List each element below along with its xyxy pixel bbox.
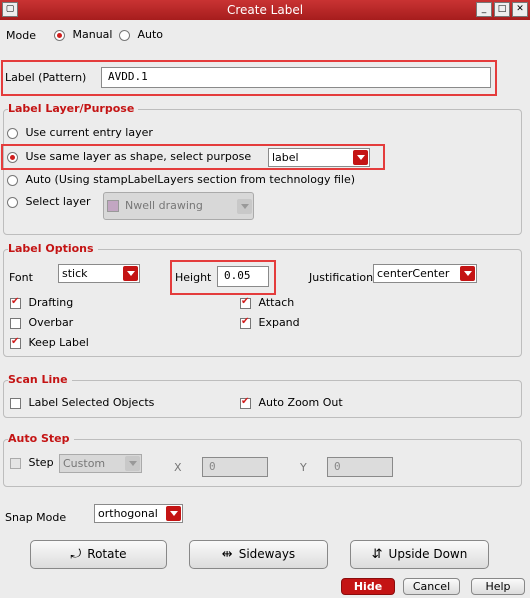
title-bar: Create Label <box>0 0 530 20</box>
select-layer-radio[interactable]: Select layer <box>7 195 91 208</box>
height-label: Height <box>175 271 212 284</box>
radio-indicator <box>7 127 18 139</box>
use-current-layer-label: Use current entry layer <box>25 126 153 139</box>
rotate-button[interactable]: ⤾ Rotate <box>30 540 167 569</box>
label-selected-objects-checkbox[interactable]: Label Selected Objects <box>10 396 154 409</box>
overbar-checkbox[interactable]: Overbar <box>10 316 73 329</box>
sideways-icon: ⇹ <box>221 547 233 562</box>
auto-zoom-out-label: Auto Zoom Out <box>258 396 343 409</box>
scan-line-title: Scan Line <box>8 373 72 386</box>
sideways-label: Sideways <box>238 547 296 561</box>
chevron-down-icon <box>125 456 140 471</box>
label-pattern-input[interactable]: AVDD.1 <box>101 67 491 88</box>
y-input[interactable]: 0 <box>327 457 393 477</box>
justification-value: centerCenter <box>377 267 450 280</box>
checkbox-indicator <box>10 397 21 409</box>
checkbox-indicator <box>10 296 21 309</box>
chevron-down-icon <box>237 199 252 214</box>
layer-select[interactable]: Nwell drawing <box>103 192 254 220</box>
use-same-layer-label: Use same layer as shape, select purpose <box>25 150 252 163</box>
window-title: Create Label <box>226 3 304 17</box>
rotate-icon: ⤾ <box>70 547 82 562</box>
maximize-icon[interactable]: □ <box>494 2 510 17</box>
overbar-label: Overbar <box>28 316 74 329</box>
attach-checkbox[interactable]: Attach <box>240 296 294 309</box>
chevron-down-icon <box>460 266 475 281</box>
justification-label: Justification <box>309 271 374 284</box>
mode-manual-label: Manual <box>72 28 113 41</box>
drafting-checkbox[interactable]: Drafting <box>10 296 73 309</box>
chevron-down-icon <box>353 150 368 165</box>
help-button[interactable]: Help <box>471 578 525 595</box>
use-same-layer-radio[interactable]: Use same layer as shape, select purpose <box>7 150 251 163</box>
mode-manual-radio[interactable]: Manual <box>54 28 112 41</box>
step-select[interactable]: Custom <box>59 454 142 473</box>
step-value: Custom <box>63 457 106 470</box>
attach-label: Attach <box>258 296 295 309</box>
auto-zoom-out-checkbox[interactable]: Auto Zoom Out <box>240 396 343 409</box>
label-layer-purpose-title: Label Layer/Purpose <box>8 102 139 115</box>
cancel-button[interactable]: Cancel <box>403 578 460 595</box>
cancel-label: Cancel <box>412 580 451 593</box>
expand-label: Expand <box>258 316 300 329</box>
sideways-button[interactable]: ⇹ Sideways <box>189 540 328 569</box>
y-label: Y <box>300 461 307 474</box>
close-icon[interactable]: ✕ <box>512 2 528 17</box>
mode-auto-radio[interactable]: Auto <box>119 28 163 41</box>
use-current-layer-radio[interactable]: Use current entry layer <box>7 126 153 139</box>
radio-indicator <box>119 29 130 41</box>
height-input[interactable]: 0.05 <box>217 266 269 287</box>
checkbox-indicator <box>240 296 251 309</box>
layer-swatch <box>107 200 119 212</box>
upside-down-button[interactable]: ⇵ Upside Down <box>350 540 489 569</box>
chevron-down-icon <box>123 266 138 281</box>
select-layer-label: Select layer <box>25 195 91 208</box>
step-checkbox[interactable]: Step <box>10 456 54 469</box>
checkbox-indicator <box>10 336 21 349</box>
help-label: Help <box>485 580 511 593</box>
checkbox-indicator <box>240 316 251 329</box>
radio-indicator <box>7 151 18 163</box>
label-options-title: Label Options <box>8 242 98 255</box>
radio-indicator <box>7 196 18 208</box>
hide-button[interactable]: Hide <box>341 578 395 595</box>
chevron-down-icon <box>166 506 181 521</box>
snap-mode-value: orthogonal <box>98 507 158 520</box>
label-selected-objects-label: Label Selected Objects <box>28 396 155 409</box>
snap-mode-select[interactable]: orthogonal <box>94 504 183 523</box>
checkbox-indicator <box>240 396 251 409</box>
auto-layer-radio[interactable]: Auto (Using stampLabelLayers section fro… <box>7 173 355 186</box>
font-label: Font <box>9 271 33 284</box>
snap-mode-label: Snap Mode <box>5 511 67 524</box>
layer-value: Nwell drawing <box>125 199 203 212</box>
mode-auto-label: Auto <box>137 28 164 41</box>
window-menu-icon[interactable]: ▢ <box>2 2 18 17</box>
purpose-value: label <box>272 151 299 164</box>
drafting-label: Drafting <box>28 296 74 309</box>
radio-indicator <box>54 29 65 41</box>
expand-checkbox[interactable]: Expand <box>240 316 300 329</box>
hide-label: Hide <box>353 580 383 593</box>
step-label: Step <box>28 456 54 469</box>
x-input[interactable]: 0 <box>202 457 268 477</box>
label-pattern-label: Label (Pattern) <box>5 71 87 84</box>
justification-select[interactable]: centerCenter <box>373 264 477 283</box>
minimize-icon[interactable]: _ <box>476 2 492 17</box>
keep-label-label: Keep Label <box>28 336 89 349</box>
font-value: stick <box>62 267 88 280</box>
rotate-label: Rotate <box>87 547 127 561</box>
auto-layer-label: Auto (Using stampLabelLayers section fro… <box>25 173 356 186</box>
checkbox-indicator <box>10 317 21 329</box>
checkbox-indicator <box>10 457 21 469</box>
font-select[interactable]: stick <box>58 264 140 283</box>
upside-down-label: Upside Down <box>388 547 468 561</box>
mode-label: Mode <box>6 29 36 42</box>
purpose-select[interactable]: label <box>268 148 370 167</box>
keep-label-checkbox[interactable]: Keep Label <box>10 336 89 349</box>
radio-indicator <box>7 174 18 186</box>
auto-step-title: Auto Step <box>8 432 74 445</box>
upside-down-icon: ⇵ <box>371 547 383 562</box>
x-label: X <box>174 461 182 474</box>
